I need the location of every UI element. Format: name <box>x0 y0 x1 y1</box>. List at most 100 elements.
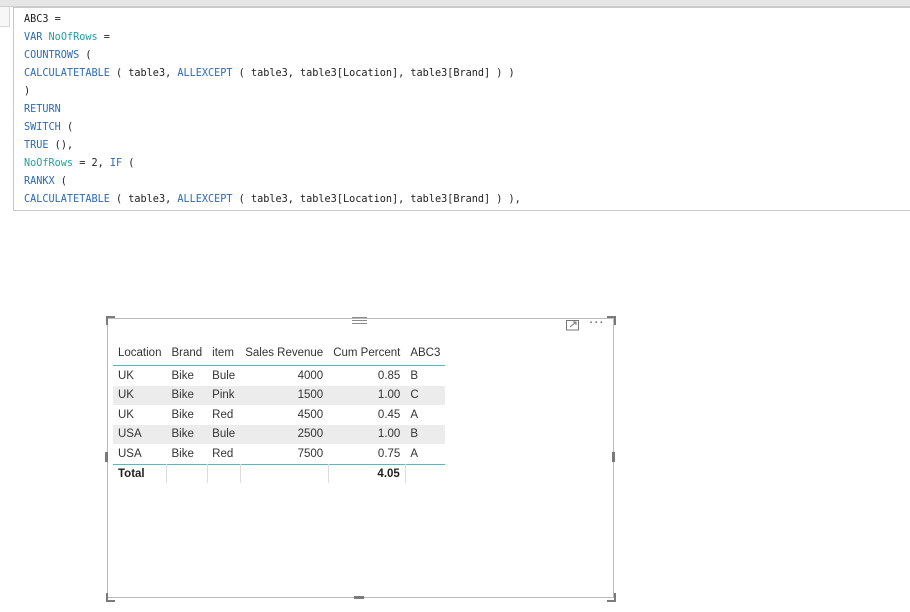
header-abc3[interactable]: ABC3 <box>405 341 446 366</box>
cell-brand: Bike <box>171 408 194 421</box>
cell-abc3: A <box>410 447 418 460</box>
formula-text: ( <box>122 158 135 169</box>
formula-line: VAR NoOfRows = <box>24 29 521 47</box>
cell-abc3: C <box>405 385 446 405</box>
formula-code[interactable]: ABC3 = VAR NoOfRows = COUNTROWS (CALCULATE… <box>24 11 521 209</box>
cell-sales-revenue: 4500 <box>297 408 324 421</box>
formula-keyword: IF <box>109 158 123 169</box>
formula-text: (), <box>48 140 74 151</box>
cell-brand: Bike <box>171 447 194 460</box>
cell-sales-revenue: 4000 <box>297 369 324 382</box>
cell-sales-revenue: 1500 <box>240 385 329 405</box>
cell-cum-percent: 0.75 <box>377 447 401 460</box>
formula-text: ABC3 = <box>24 14 61 25</box>
formula-line: COUNTROWS ( <box>24 47 521 65</box>
cell-location: USA <box>113 424 167 444</box>
formula-keyword: CALCULATETABLE <box>24 68 110 79</box>
cell-location: UK <box>118 408 134 421</box>
total-row: Total 4.05 <box>113 463 446 483</box>
cell-abc3: B <box>410 369 418 382</box>
resize-handle-top-right[interactable] <box>607 316 616 325</box>
editor-gutter <box>0 7 10 27</box>
cell-location: UK <box>113 385 167 405</box>
formula-keyword: RETURN <box>24 104 61 115</box>
cell-abc3: A <box>410 408 418 421</box>
table-row: USA Bike Red 7500 0.75 A <box>113 444 445 464</box>
cell-sales-revenue: 2500 <box>240 424 329 444</box>
cell-brand: Bike <box>166 385 208 405</box>
formula-keyword: RANKX <box>24 176 55 187</box>
formula-text: ( <box>79 50 92 61</box>
gutter-divider <box>0 26 9 27</box>
total-cum-percent: 4.05 <box>328 463 406 483</box>
formula-line: ABC3 = <box>24 11 521 29</box>
data-table: Location Brand item Sales Revenue Cum Pe… <box>113 341 446 483</box>
total-label: Total <box>113 463 167 483</box>
formula-text: ( table3, <box>109 194 178 205</box>
drag-handle-icon[interactable] <box>352 317 367 327</box>
formula-keyword: SWITCH <box>24 122 61 133</box>
total-cell-empty <box>166 463 208 483</box>
cell-cum-percent: 1.00 <box>328 424 406 444</box>
cell-abc3: B <box>405 424 446 444</box>
cell-brand: Bike <box>166 424 208 444</box>
table-header-row: Location Brand item Sales Revenue Cum Pe… <box>113 341 446 366</box>
formula-text: = <box>97 32 110 43</box>
cell-cum-percent: 0.45 <box>377 408 401 421</box>
formula-line: NoOfRows = 2, IF ( <box>24 155 521 173</box>
resize-handle-right[interactable] <box>612 452 615 462</box>
formula-line: CALCULATETABLE ( table3, ALLEXCEPT ( tab… <box>24 191 521 209</box>
cell-location: USA <box>118 447 142 460</box>
formula-keyword: ALLEXCEPT <box>177 194 233 205</box>
header-sales-revenue[interactable]: Sales Revenue <box>240 341 329 366</box>
formula-keyword: ALLEXCEPT <box>177 68 233 79</box>
resize-handle-bottom-right[interactable] <box>607 593 616 602</box>
total-cell-empty <box>207 463 241 483</box>
more-options-icon[interactable]: ··· <box>589 317 604 331</box>
formula-text: ) <box>24 86 31 97</box>
formula-text: = 2, <box>73 158 110 169</box>
cell-item: Pink <box>207 385 241 405</box>
formula-line: RANKX ( <box>24 173 521 191</box>
formula-text: ( <box>54 176 67 187</box>
formula-text: ( <box>60 122 74 133</box>
resize-handle-left[interactable] <box>105 452 108 462</box>
formula-text: ( table3, table3[Location], table3[Brand… <box>232 194 521 205</box>
header-location[interactable]: Location <box>113 341 167 366</box>
formula-line: CALCULATETABLE ( table3, ALLEXCEPT ( tab… <box>24 65 521 83</box>
cell-location: UK <box>118 369 134 382</box>
cell-cum-percent: 0.85 <box>377 369 401 382</box>
cell-item: Red <box>212 408 234 421</box>
cell-brand: Bike <box>171 369 194 382</box>
resize-handle-bottom-left[interactable] <box>106 593 115 602</box>
table-row: UK Bike Pink 1500 1.00 C <box>113 385 446 405</box>
formula-variable: NoOfRows <box>48 32 98 43</box>
formula-line: RETURN <box>24 101 521 119</box>
header-brand[interactable]: Brand <box>166 341 208 366</box>
focus-mode-icon[interactable] <box>566 319 580 331</box>
top-strip <box>0 0 910 7</box>
formula-keyword: VAR <box>24 32 49 43</box>
cell-item: Red <box>212 447 234 460</box>
cell-cum-percent: 1.00 <box>328 385 406 405</box>
cell-sales-revenue: 7500 <box>297 447 324 460</box>
header-item[interactable]: item <box>207 341 241 366</box>
formula-text: ( table3, table3[Location], table3[Brand… <box>232 68 515 79</box>
total-cell-empty <box>405 463 446 483</box>
formula-line: TRUE (), <box>24 137 521 155</box>
formula-variable: NoOfRows <box>24 158 74 169</box>
table-row: UK Bike Bule 4000 0.85 B <box>113 366 445 386</box>
cell-item: Bule <box>207 424 241 444</box>
formula-editor[interactable]: ABC3 = VAR NoOfRows = COUNTROWS (CALCULATE… <box>13 7 910 211</box>
formula-text: ( table3, <box>109 68 178 79</box>
table-row: UK Bike Red 4500 0.45 A <box>113 405 445 425</box>
total-cell-empty <box>240 463 329 483</box>
table-row: USA Bike Bule 2500 1.00 B <box>113 424 446 444</box>
resize-handle-bottom[interactable] <box>354 596 364 599</box>
header-cum-percent[interactable]: Cum Percent <box>328 341 406 366</box>
formula-line: ) <box>24 83 521 101</box>
resize-handle-top-left[interactable] <box>106 316 115 325</box>
formula-keyword: TRUE <box>24 140 49 151</box>
formula-keyword: COUNTROWS <box>24 50 80 61</box>
formula-line: SWITCH ( <box>24 119 521 137</box>
